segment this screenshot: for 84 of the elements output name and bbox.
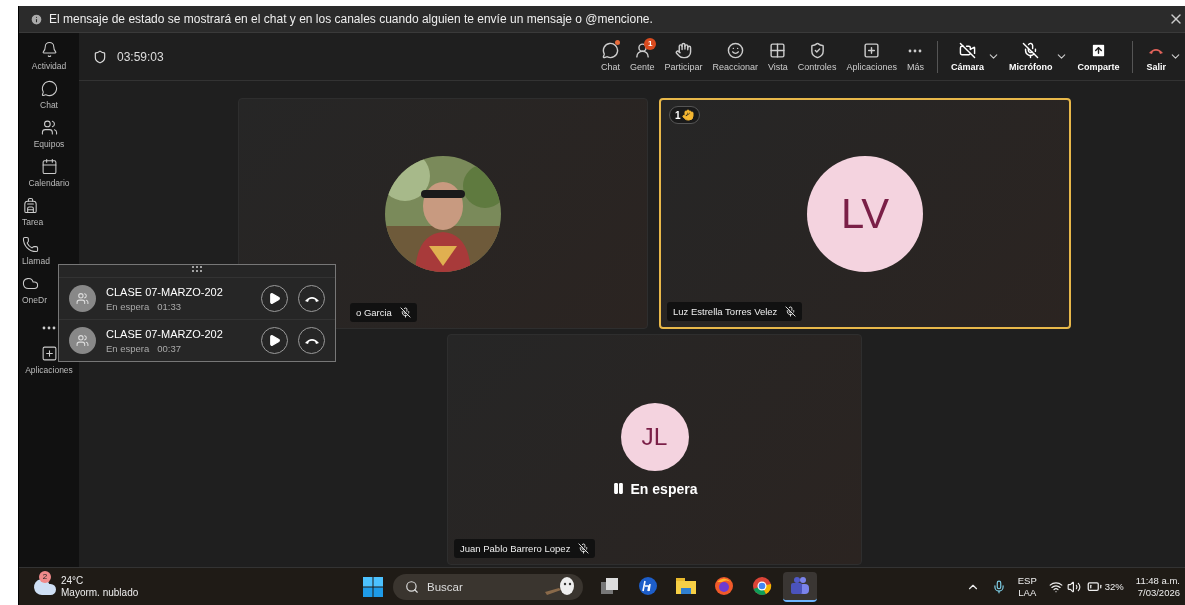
- toolbar-button[interactable]: Cámara: [945, 41, 989, 72]
- temperature: 24°C: [61, 574, 85, 587]
- chrome-icon: [752, 575, 772, 596]
- toolbar-button[interactable]: Micrófono: [1003, 41, 1058, 72]
- search-field[interactable]: Buscar: [393, 573, 583, 600]
- toolbar-icon: [769, 41, 787, 59]
- clock-time[interactable]: 11:48 a.m.: [1135, 574, 1180, 587]
- weather-text: Mayorm. nublado: [61, 586, 139, 599]
- battery-icon[interactable]: [1086, 579, 1102, 594]
- call-status: En espera 00:37: [106, 342, 182, 354]
- toolbar-icon: [726, 41, 744, 59]
- team-avatar: [69, 327, 96, 354]
- leave-button[interactable]: Salir: [1141, 41, 1171, 72]
- rail-item[interactable]: Llamad: [22, 256, 50, 266]
- shield-icon: [93, 49, 107, 64]
- call-title: CLASE 07-MARZO-202: [106, 327, 224, 340]
- call-title: CLASE 07-MARZO-202: [106, 285, 224, 298]
- rail-icon[interactable]: [22, 197, 39, 214]
- language[interactable]: ESP: [1017, 574, 1037, 587]
- rail-item[interactable]: Aplicaciones: [25, 365, 73, 375]
- participant-name: o Garcia: [350, 303, 417, 322]
- toolbar-button[interactable]: Vista: [763, 41, 793, 72]
- rail-item[interactable]: Tarea: [22, 217, 44, 227]
- volume-icon[interactable]: [1066, 579, 1081, 594]
- folder-icon: [675, 576, 697, 595]
- play-icon: [268, 334, 281, 347]
- rail-item[interactable]: OneDr: [22, 295, 48, 305]
- microphone-icon: [991, 579, 1006, 594]
- play-icon: [268, 292, 281, 305]
- rail-item[interactable]: Actividad: [31, 61, 67, 71]
- toolbar-button[interactable]: Controles: [792, 41, 842, 72]
- avatar: LV: [807, 155, 923, 272]
- search-icon: [405, 579, 419, 594]
- rail-icon[interactable]: [40, 158, 58, 175]
- battery-level: 32%: [1104, 581, 1124, 592]
- toolbar-button[interactable]: Más: [901, 41, 929, 72]
- more-icon[interactable]: [42, 326, 56, 330]
- toolbar-button[interactable]: Aplicaciones: [841, 41, 902, 72]
- hp-icon: [638, 575, 658, 596]
- fox-browser-icon: [714, 575, 734, 596]
- owl-icon: [545, 575, 575, 598]
- rail-item[interactable]: Equipos: [33, 139, 65, 149]
- rail-icon[interactable]: [22, 275, 39, 292]
- rail-item[interactable]: Calendario: [28, 178, 70, 188]
- call-timer: 03:59:03: [117, 49, 165, 64]
- call-status: En espera 01:33: [106, 300, 182, 312]
- pause-icon: [611, 482, 625, 495]
- banner-text: El mensaje de estado se mostrará en el chat y en los canales cuando alguien te envíe un mensaje o @mencione.: [49, 12, 654, 26]
- toolbar-button[interactable]: Reaccionar: [707, 41, 763, 72]
- toolbar-icon: [633, 41, 651, 59]
- toolbar-button[interactable]: Participar: [659, 41, 708, 72]
- rail-icon[interactable]: [40, 80, 58, 97]
- hold-status: En espera: [611, 480, 698, 497]
- toolbar-button[interactable]: Chat: [595, 41, 625, 72]
- rail-icon[interactable]: [22, 236, 39, 253]
- team-avatar: [69, 285, 96, 312]
- rail-icon[interactable]: [40, 41, 58, 58]
- raised-hand-badge: 1: [669, 106, 700, 124]
- participant-name: Luz Estrella Torres Velez: [667, 302, 803, 321]
- windows-start-icon[interactable]: [363, 576, 383, 597]
- more-icon: [908, 48, 923, 53]
- taskbar-app[interactable]: [783, 571, 817, 602]
- count-badge: 2: [39, 570, 51, 583]
- toolbar-icon: [674, 41, 692, 59]
- participant-name: Juan Pablo Barrero Lopez: [454, 539, 596, 558]
- avatar: JL: [620, 402, 689, 471]
- info-icon: [30, 12, 43, 26]
- hang-up-icon: [1148, 46, 1165, 55]
- toolbar-icon: [808, 41, 826, 59]
- toolbar-icon: [601, 41, 619, 59]
- hang-up-icon: [303, 336, 320, 345]
- toolbar-icon: [863, 41, 881, 59]
- toolbar-button[interactable]: Comparte: [1072, 41, 1125, 72]
- keyboard-layout[interactable]: LAA: [1018, 586, 1037, 599]
- hang-up-icon: [303, 294, 320, 303]
- count-badge: 1: [644, 37, 657, 50]
- clock-date[interactable]: 7/03/2026: [1137, 586, 1180, 599]
- wifi-icon[interactable]: [1048, 579, 1063, 594]
- toolbar-icon: [1089, 41, 1107, 59]
- rail-icon[interactable]: [40, 119, 58, 136]
- teams-icon: [790, 575, 810, 596]
- rail-item[interactable]: Chat: [40, 100, 58, 110]
- rail-icon[interactable]: [40, 345, 58, 362]
- task-view-icon: [600, 576, 620, 595]
